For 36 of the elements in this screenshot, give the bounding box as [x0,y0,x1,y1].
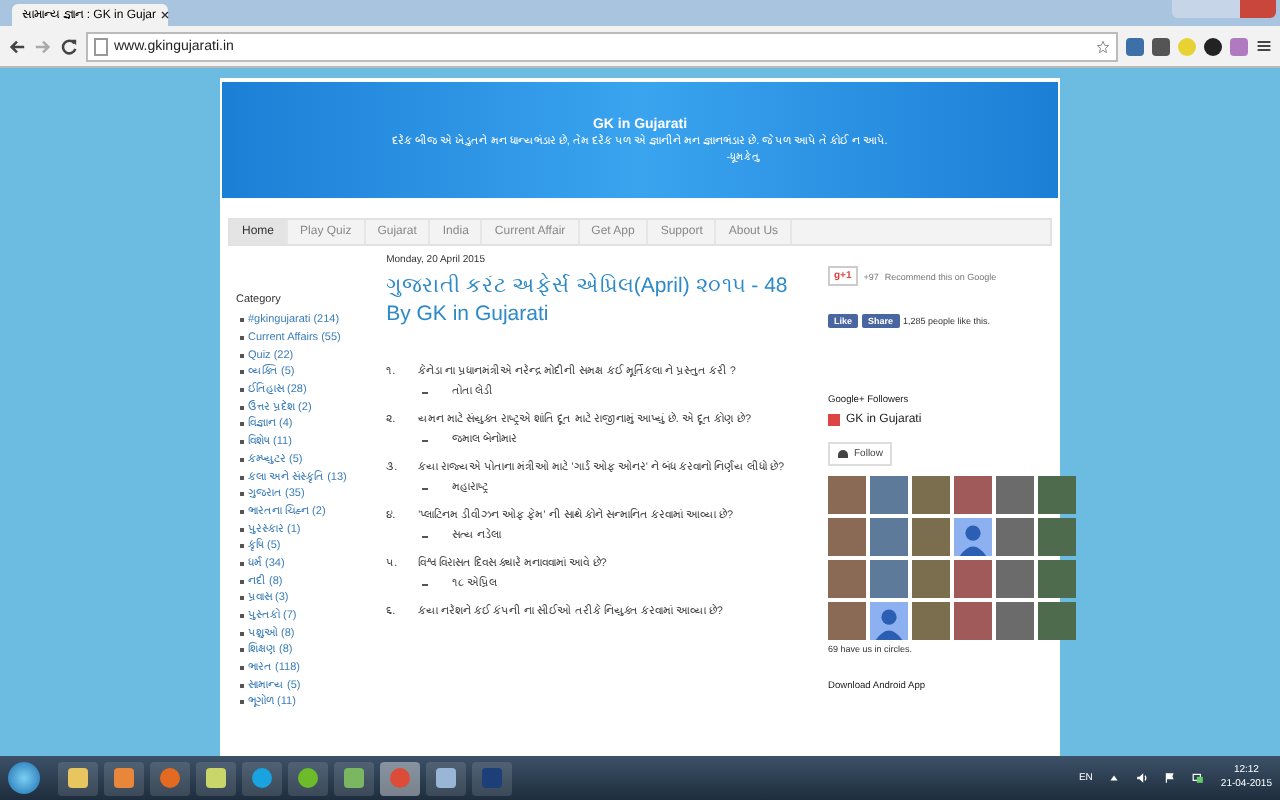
google-plus-icon [828,414,840,426]
avatar-silhouette[interactable] [870,602,908,640]
back-icon[interactable] [8,37,26,55]
round-app-icon [298,768,318,788]
speaker-icon[interactable] [1136,772,1149,784]
close-icon[interactable] [160,10,171,20]
page-icon [94,37,108,55]
flag-icon[interactable] [1164,772,1177,784]
taskbar-app-button[interactable] [104,761,144,795]
reload-icon[interactable] [60,37,78,55]
round-app-icon [252,768,272,788]
taskbar-app-button[interactable] [380,761,420,795]
star-icon[interactable] [1096,39,1110,53]
start-button[interactable] [8,762,40,794]
network-icon[interactable] [1192,772,1205,784]
app-icon [114,768,134,788]
app-icon [436,768,456,788]
taskbar-app-button[interactable] [426,761,466,795]
taskbar-app-button[interactable] [196,761,236,795]
post-title[interactable]: ગુજરાતી કરંટ અફેર્સ એપ્રિલ(April) ૨૦૧૫ - 48 By GK in Gujarati [386,272,808,328]
taskbar-app-button[interactable] [334,761,374,795]
app-icon [344,768,364,788]
menu-icon[interactable] [1256,38,1272,54]
taskbar-app-button[interactable] [288,761,328,795]
taskbar-app-button[interactable] [242,761,282,795]
taskbar-app-button[interactable] [58,761,98,795]
forward-icon[interactable] [34,37,52,55]
avatar-silhouette[interactable] [954,518,992,556]
app-icon [206,768,226,788]
window-controls-icon[interactable] [1172,0,1276,18]
round-app-icon [160,768,180,788]
app-icon [68,768,88,788]
round-app-icon [390,768,410,788]
show-hidden-icon[interactable] [1108,772,1121,784]
app-icon [482,768,502,788]
taskbar-app-button[interactable] [150,761,190,795]
